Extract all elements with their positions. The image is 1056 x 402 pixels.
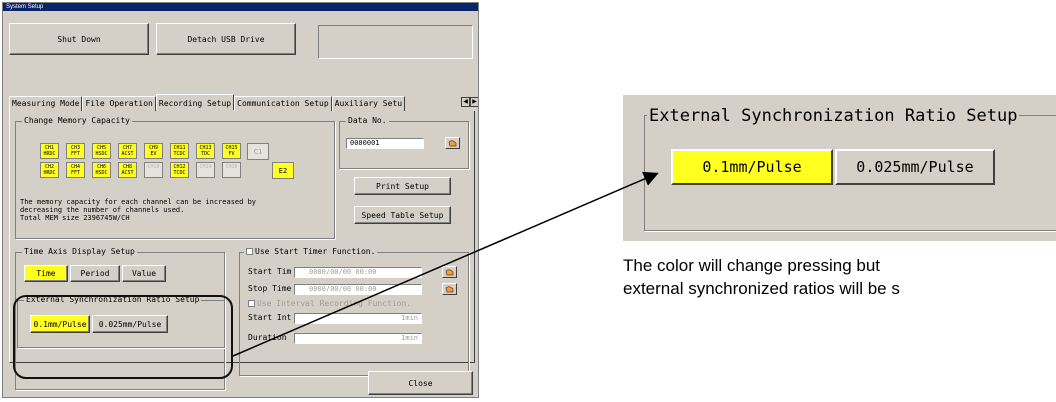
highlight-rounded-box (13, 295, 233, 379)
pointer-arrow (232, 171, 659, 357)
annotation-overlay (13, 171, 659, 379)
